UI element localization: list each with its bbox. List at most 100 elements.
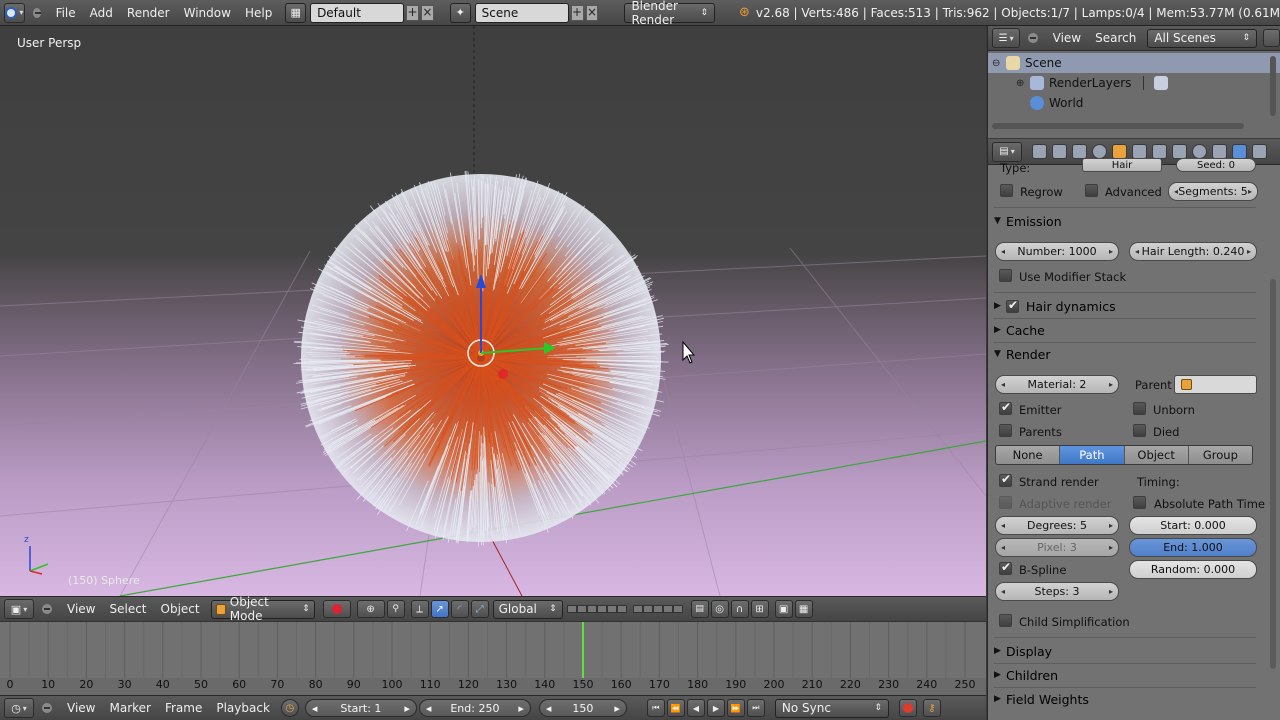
hair-length-field[interactable]: ◂ Hair Length: 0.240 ▸	[1129, 242, 1257, 261]
child-simplification-checkbox[interactable]	[999, 614, 1012, 627]
screen-layout-field[interactable]: Default	[310, 2, 404, 23]
particle-type-dropdown[interactable]: Hair	[1082, 158, 1162, 172]
add-screen-button[interactable]: +	[406, 4, 419, 21]
rotate-manipulator-button[interactable]: ◜	[450, 600, 469, 618]
particles-context-icon[interactable]	[1232, 144, 1247, 159]
lock-layers-button[interactable]: ▤	[690, 600, 709, 618]
parents-checkbox[interactable]	[999, 424, 1012, 437]
timeline-menu-view[interactable]: View	[60, 701, 102, 715]
renderlayers-context-icon[interactable]	[1052, 144, 1067, 159]
outliner-vscrollbar[interactable]	[1270, 56, 1276, 116]
world-context-icon[interactable]	[1092, 144, 1107, 159]
render-animation-button[interactable]: ▦	[794, 600, 813, 618]
material-context-icon[interactable]	[1192, 144, 1207, 159]
menu-add[interactable]: Add	[83, 6, 120, 20]
translate-manipulator-button[interactable]: ↗	[430, 600, 449, 618]
menu-file[interactable]: File	[49, 6, 83, 20]
delete-scene-button[interactable]: ×	[585, 4, 599, 21]
timeline-editor-type-button[interactable]: ◷ ▾	[4, 698, 34, 718]
advanced-checkbox[interactable]	[1085, 184, 1098, 197]
absolute-path-time-checkbox[interactable]	[1133, 496, 1146, 509]
delete-screen-button[interactable]: ×	[420, 4, 434, 21]
properties-scrollbar[interactable]	[1270, 279, 1276, 669]
hair-dynamics-panel-header[interactable]: ▶ Hair dynamics	[994, 295, 1250, 317]
scene-field[interactable]: Scene	[474, 2, 569, 23]
viewport-shading-button[interactable]	[322, 600, 351, 618]
object-context-icon[interactable]	[1112, 144, 1127, 159]
path-end-field[interactable]: End: 1.000	[1129, 538, 1257, 557]
pivot-point-button[interactable]: ⊕	[356, 600, 385, 618]
render-panel-header[interactable]: ▼ Render	[994, 343, 1250, 365]
constraints-context-icon[interactable]	[1132, 144, 1147, 159]
modifiers-context-icon[interactable]	[1152, 144, 1167, 159]
render-type-none[interactable]: None	[996, 446, 1061, 464]
manipulator-toggle[interactable]: ⟂	[410, 600, 429, 618]
outliner-menu-view[interactable]: View	[1046, 31, 1088, 45]
outliner-search-toggle[interactable]	[1262, 29, 1280, 47]
timeline-menu-frame[interactable]: Frame	[158, 701, 209, 715]
outliner-row-world[interactable]: World	[988, 93, 1280, 113]
field-weights-panel-header[interactable]: ▶ Field Weights	[994, 688, 1250, 710]
render-context-icon[interactable]	[1032, 144, 1047, 159]
render-still-button[interactable]: ▣	[774, 600, 793, 618]
snap-element-button[interactable]: ⊞	[750, 600, 769, 618]
display-panel-header[interactable]: ▶ Display	[994, 640, 1250, 662]
collapse-toggle-icon[interactable]: ⊖	[992, 58, 1000, 69]
render-type-object[interactable]: Object	[1124, 446, 1189, 464]
render-type-path[interactable]: Path	[1060, 446, 1125, 464]
steps-field[interactable]: ◂ Steps: 3 ▸	[995, 582, 1119, 601]
data-context-icon[interactable]	[1172, 144, 1187, 159]
outliner-row-renderlayers[interactable]: ⊕ RenderLayers	[988, 73, 1280, 93]
proportional-edit-button[interactable]: ◎	[710, 600, 729, 618]
viewport-editor-type-button[interactable]: ▣ ▾	[4, 599, 34, 619]
layer-buttons[interactable]	[566, 605, 683, 613]
collapse-timeline-icon[interactable]	[42, 703, 52, 713]
prev-keyframe-button[interactable]: ⏪	[666, 699, 685, 717]
add-scene-button[interactable]: +	[570, 4, 584, 21]
properties-editor-type-button[interactable]: ▤ ▾	[992, 141, 1022, 162]
seed-field[interactable]: Seed: 0	[1176, 158, 1256, 172]
end-frame-field[interactable]: ◂ End: 250 ▸	[418, 699, 531, 717]
menu-select[interactable]: Select	[102, 602, 153, 616]
render-engine-dropdown[interactable]: Blender Render ⇕	[624, 0, 715, 27]
adaptive-render-checkbox[interactable]	[999, 496, 1012, 509]
timeline-canvas[interactable]: 0 10 20 30 40 50 60 70 80 90 100 110 120 130 140 150 160…	[0, 622, 986, 696]
random-field[interactable]: Random: 0.000	[1129, 560, 1257, 579]
emission-number-field[interactable]: ◂ Number: 1000 ▸	[995, 242, 1119, 261]
menu-help[interactable]: Help	[238, 6, 279, 20]
scale-manipulator-button[interactable]: ⤢	[470, 600, 489, 618]
jump-end-button[interactable]: ⏭	[746, 699, 765, 717]
outliner-editor-type-button[interactable]: ☰ ▾	[992, 28, 1021, 48]
hair-dynamics-checkbox[interactable]	[1006, 298, 1019, 313]
timeline-editor[interactable]: 0 10 20 30 40 50 60 70 80 90 100 110 120 130 140 150 160…	[0, 621, 986, 696]
emitter-checkbox[interactable]	[999, 400, 1012, 415]
keying-set-button[interactable]: ⚷	[922, 699, 941, 717]
died-checkbox[interactable]	[1133, 424, 1146, 437]
degrees-field[interactable]: ◂ Degrees: 5 ▸	[995, 516, 1119, 535]
next-keyframe-button[interactable]: ⏩	[726, 699, 745, 717]
play-button[interactable]: ▶	[706, 699, 725, 717]
menu-render[interactable]: Render	[120, 6, 177, 20]
menu-view[interactable]: View	[60, 602, 102, 616]
cache-panel-header[interactable]: ▶ Cache	[994, 319, 1250, 341]
menu-window[interactable]: Window	[177, 6, 238, 20]
snap-toggle-button[interactable]: ∩	[730, 600, 749, 618]
editor-type-button[interactable]: ▾	[4, 2, 25, 23]
only-render-button[interactable]: ⚲	[386, 600, 405, 618]
timeline-menu-playback[interactable]: Playback	[209, 701, 277, 715]
strand-render-checkbox[interactable]	[999, 472, 1012, 487]
collapse-outliner-icon[interactable]	[1028, 33, 1038, 43]
emission-panel-header[interactable]: ▼ Emission	[994, 210, 1250, 232]
material-field[interactable]: ◂ Material: 2 ▸	[995, 375, 1119, 394]
outliner-hscrollbar[interactable]	[992, 123, 1244, 129]
mode-dropdown[interactable]: Object Mode ⇕	[210, 595, 315, 623]
pixel-field[interactable]: ◂ Pixel: 3 ▸	[995, 538, 1119, 557]
physics-context-icon[interactable]	[1252, 144, 1267, 159]
current-frame-field[interactable]: ◂ 150 ▸	[538, 699, 627, 717]
menu-object[interactable]: Object	[154, 602, 207, 616]
viewport-canvas[interactable]: z	[0, 26, 986, 596]
children-panel-header[interactable]: ▶ Children	[994, 664, 1250, 686]
scene-context-icon[interactable]	[1072, 144, 1087, 159]
auto-keyframe-button[interactable]	[898, 699, 917, 717]
bspline-checkbox[interactable]	[999, 560, 1012, 575]
